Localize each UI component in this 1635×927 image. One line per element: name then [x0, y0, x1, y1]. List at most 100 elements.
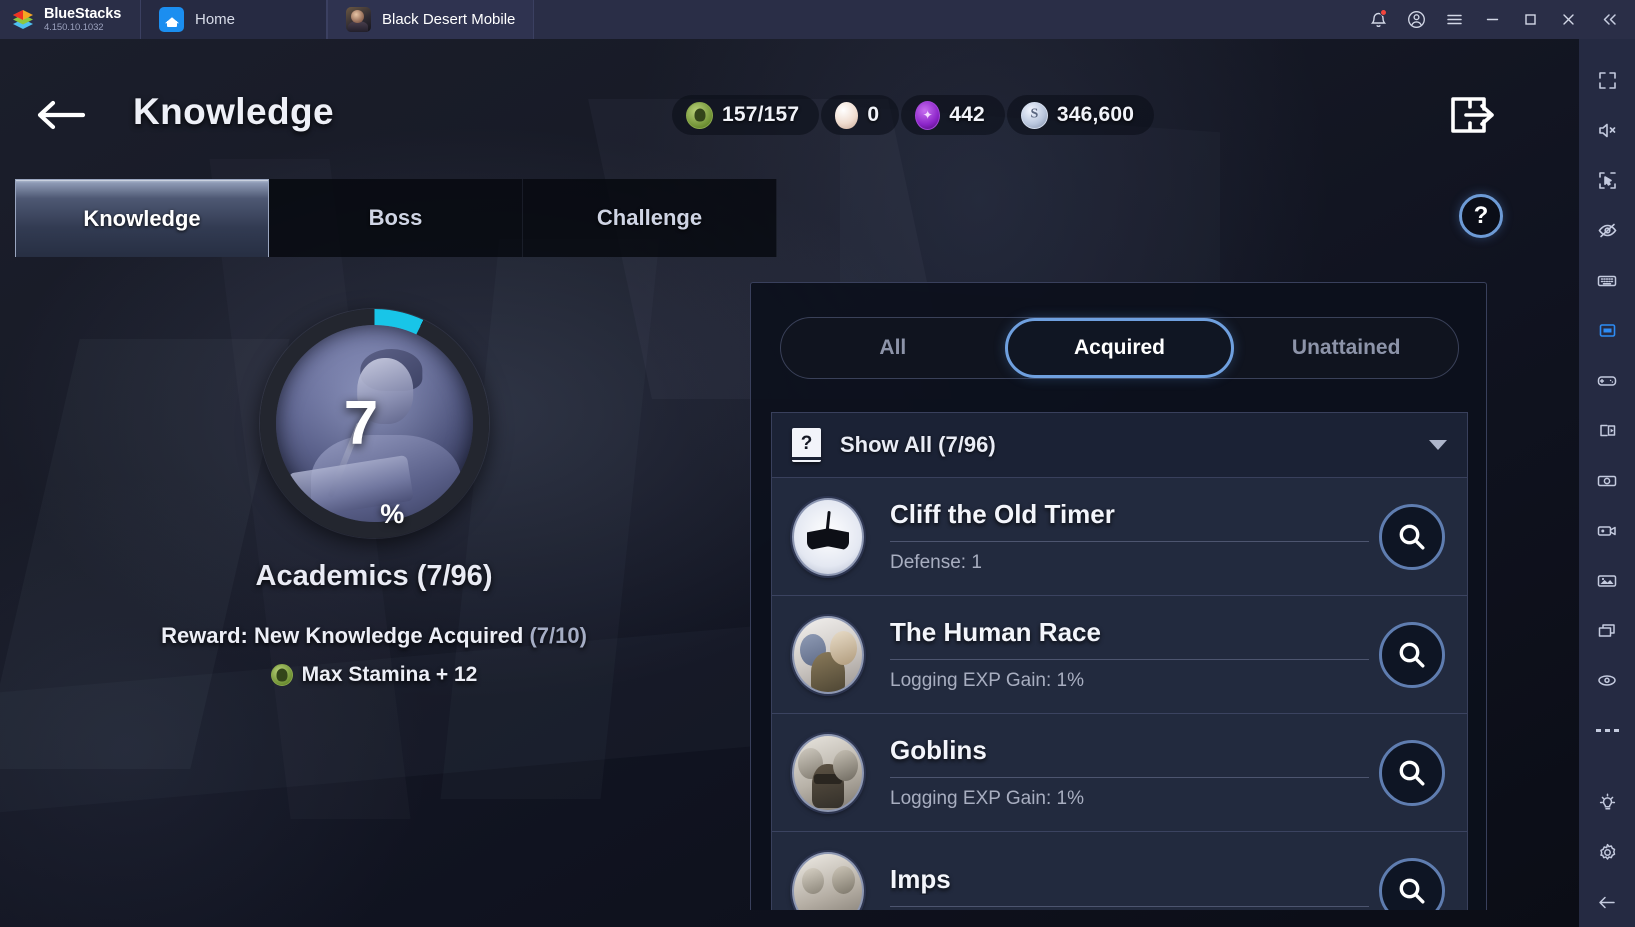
exit-button[interactable] [1445, 91, 1501, 139]
stamina-value: 157/157 [722, 103, 800, 126]
currency-pearl[interactable]: 0 [821, 95, 900, 135]
filter-all-label: All [879, 336, 907, 359]
knowledge-title: Goblins [890, 735, 987, 765]
knowledge-row-imps[interactable]: Imps [772, 832, 1467, 910]
progress-category: Academics (7/96) [255, 560, 493, 592]
titlebar-spacer [534, 0, 1359, 39]
knowledge-row-info: Cliff the Old Timer Defense: 1 [890, 499, 1379, 574]
titlebar: BlueStacks 4.150.10.1032 Home Black Dese… [0, 0, 1635, 39]
collapse-sidebar-button[interactable] [1587, 0, 1631, 39]
titlebar-controls [1359, 0, 1635, 39]
knowledge-row-the-human-race[interactable]: The Human Race Logging EXP Gain: 1% [772, 596, 1467, 714]
knowledge-list-panel: All Acquired Unattained ? Show All (7/96… [750, 282, 1487, 910]
filter-unattained[interactable]: Unattained [1234, 318, 1458, 378]
menu-button[interactable] [1435, 0, 1473, 39]
progress-percent: 7 % [260, 309, 489, 538]
knowledge-entry-list[interactable]: Cliff the Old Timer Defense: 1 The Human… [771, 478, 1468, 910]
tab-home-label: Home [195, 11, 236, 28]
imps-avatar [792, 851, 864, 910]
progress-reward-label: Reward: New Knowledge Acquired [161, 623, 524, 648]
tab-knowledge[interactable]: Knowledge [15, 179, 269, 257]
knowledge-row-info: Goblins Logging EXP Gain: 1% [890, 735, 1379, 810]
knowledge-row-goblins[interactable]: Goblins Logging EXP Gain: 1% [772, 714, 1467, 832]
knowledge-row-info: Imps [890, 864, 1379, 910]
help-button[interactable]: ? [1459, 194, 1503, 238]
progress-panel: 7 % Academics (7/96) Reward: New Knowled… [0, 309, 748, 687]
tab-app-label: Black Desert Mobile [382, 11, 516, 28]
account-button[interactable] [1397, 0, 1435, 39]
knowledge-title: The Human Race [890, 617, 1101, 647]
maximize-button[interactable] [1511, 0, 1549, 39]
media-gallery-icon[interactable] [1579, 555, 1635, 605]
notification-badge [1380, 9, 1387, 16]
brightness-icon[interactable] [1579, 777, 1635, 827]
magnifier-icon[interactable] [1379, 857, 1445, 910]
filter-acquired[interactable]: Acquired [1004, 318, 1235, 378]
close-button[interactable] [1549, 0, 1587, 39]
back-button[interactable] [30, 92, 92, 138]
macro-play-icon[interactable] [1579, 405, 1635, 455]
book-quill-avatar [792, 497, 864, 576]
location-icon[interactable] [1579, 655, 1635, 705]
back-arrow-icon[interactable] [1579, 877, 1635, 927]
show-all-label: Show All (7/96) [840, 432, 996, 457]
tab-boss[interactable]: Boss [269, 179, 523, 257]
screen-layout-icon[interactable] [1579, 305, 1635, 355]
divider [890, 777, 1369, 778]
keyboard-icon[interactable] [1579, 255, 1635, 305]
book-question-icon: ? [792, 428, 821, 462]
page-title: Knowledge [133, 91, 334, 132]
black-stone-value: 442 [949, 103, 985, 126]
filter-all[interactable]: All [781, 318, 1005, 378]
silver-value: 346,600 [1056, 103, 1135, 126]
humans-avatar [792, 615, 864, 694]
mute-icon[interactable] [1579, 105, 1635, 155]
divider [890, 906, 1369, 907]
knowledge-title: Cliff the Old Timer [890, 499, 1115, 529]
minimize-button[interactable] [1473, 0, 1511, 39]
gamepad-icon[interactable] [1579, 355, 1635, 405]
knowledge-effect: Defense: 1 [890, 552, 982, 573]
tab-challenge[interactable]: Challenge [523, 179, 777, 257]
magnifier-icon[interactable] [1379, 503, 1445, 570]
currency-bar: 157/157 0 442 346,600 [672, 95, 1156, 135]
tab-knowledge-label: Knowledge [83, 205, 201, 231]
filter-unattained-label: Unattained [1291, 336, 1401, 359]
black-stone-icon [915, 100, 941, 130]
multi-instance-icon[interactable] [1579, 605, 1635, 655]
knowledge-title: Imps [890, 864, 951, 894]
tab-black-desert-mobile[interactable]: Black Desert Mobile [327, 0, 535, 39]
video-record-icon[interactable] [1579, 505, 1635, 555]
bluestacks-logo-icon [10, 7, 36, 33]
silver-coin-icon [1020, 101, 1048, 129]
progress-reward: Reward: New Knowledge Acquired (7/10) [0, 623, 748, 649]
tab-boss-label: Boss [368, 205, 423, 230]
bluestacks-brand: BlueStacks 4.150.10.1032 [0, 0, 140, 39]
currency-black-stone[interactable]: 442 [901, 95, 1005, 135]
chevron-down-icon [1429, 440, 1447, 450]
tab-challenge-label: Challenge [596, 205, 703, 230]
knowledge-effect: Logging EXP Gain: 1% [890, 670, 1085, 691]
more-options-icon[interactable] [1579, 705, 1635, 755]
bluestacks-sidebar [1579, 39, 1635, 927]
knowledge-tabs: Knowledge Boss Challenge [15, 179, 777, 257]
progress-percent-value: 7 [343, 388, 379, 458]
currency-stamina[interactable]: 157/157 [672, 95, 820, 135]
fullscreen-icon[interactable] [1579, 55, 1635, 105]
knowledge-row-cliff-the-old-timer[interactable]: Cliff the Old Timer Defense: 1 [772, 478, 1467, 596]
currency-silver[interactable]: 346,600 [1006, 95, 1155, 135]
tab-home[interactable]: Home [140, 0, 327, 39]
eye-slash-icon[interactable] [1579, 205, 1635, 255]
divider [890, 541, 1369, 542]
magnifier-icon[interactable] [1379, 739, 1445, 806]
show-all-dropdown[interactable]: ? Show All (7/96) [771, 412, 1468, 478]
settings-gear-icon[interactable] [1579, 827, 1635, 877]
knowledge-row-info: The Human Race Logging EXP Gain: 1% [890, 617, 1379, 692]
help-label: ? [1473, 202, 1489, 229]
point-select-icon[interactable] [1579, 155, 1635, 205]
magnifier-icon[interactable] [1379, 621, 1445, 688]
camera-icon[interactable] [1579, 455, 1635, 505]
filter-tabs: All Acquired Unattained [780, 317, 1459, 379]
notifications-button[interactable] [1359, 0, 1397, 39]
stamina-icon [270, 664, 293, 686]
